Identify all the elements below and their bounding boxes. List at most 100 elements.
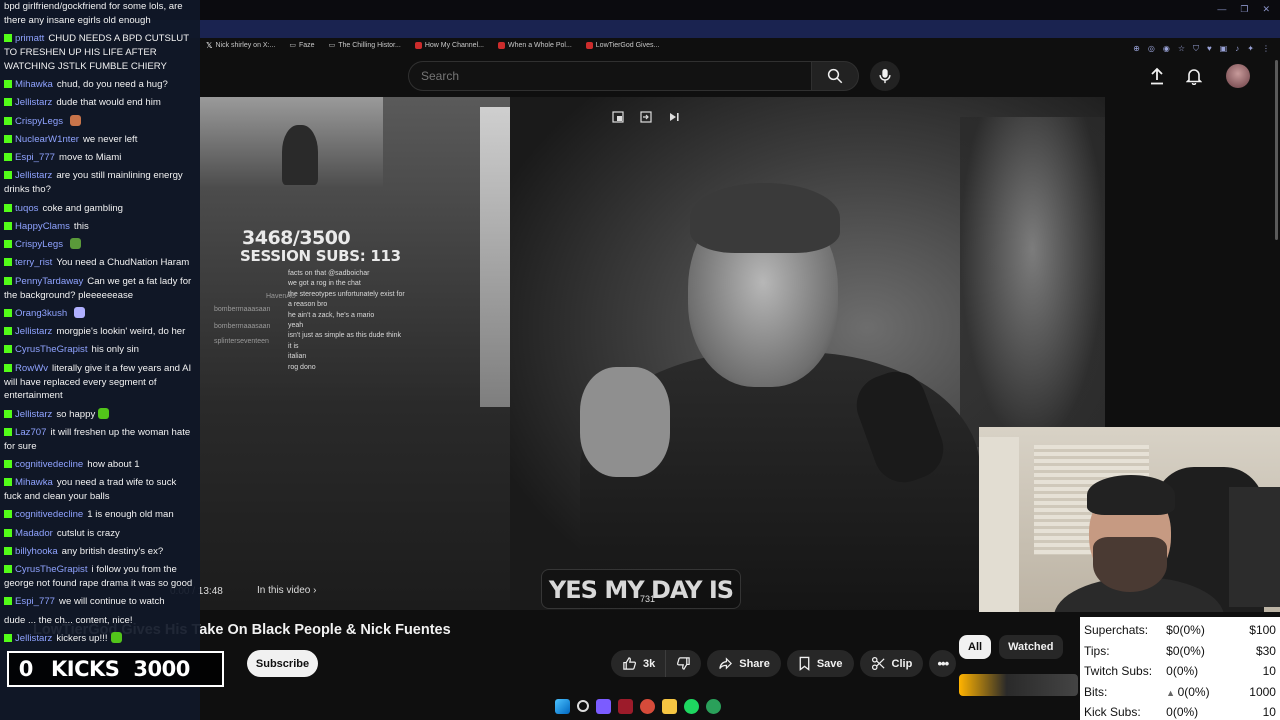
skip-next-icon — [670, 113, 679, 121]
x-logo-icon: 𝕏 — [206, 40, 213, 50]
app-icon[interactable] — [618, 699, 633, 714]
chat-message: HappyClams this — [4, 220, 196, 234]
chat-message: PennyTardaway Can we get a fat lady for t… — [4, 275, 196, 303]
app-icon[interactable] — [640, 699, 655, 714]
video-scene — [690, 183, 840, 253]
kick-badge-icon — [4, 79, 12, 88]
chat-username[interactable]: CyrusTheGrapist — [15, 564, 88, 575]
close-icon[interactable]: ✕ — [1262, 4, 1270, 15]
skip-next-button[interactable] — [666, 109, 682, 125]
chat-username[interactable]: Mihawka — [15, 79, 53, 90]
kick-badge-icon — [4, 34, 12, 43]
chat-username[interactable]: Jellistarz — [15, 409, 52, 420]
chat-username[interactable]: tuqos — [15, 203, 38, 214]
miniplayer-button[interactable] — [610, 109, 626, 125]
kick-badge-icon — [4, 510, 12, 519]
search-button[interactable] — [811, 61, 859, 91]
chat-username[interactable]: Espi_777 — [15, 596, 55, 607]
streamer-facecam — [979, 427, 1280, 612]
chat-username[interactable]: HappyClams — [15, 221, 70, 232]
notifications-button[interactable] — [1183, 65, 1205, 87]
minimize-icon[interactable]: — — [1217, 4, 1226, 15]
chat-text: dude ... the ch... content, nice! — [4, 614, 133, 626]
upload-button[interactable] — [1146, 65, 1168, 87]
spotify-icon[interactable] — [684, 699, 699, 714]
clip-button[interactable]: Clip — [859, 650, 924, 677]
chat-username[interactable]: CrispyLegs — [15, 239, 63, 250]
video-scene — [480, 107, 512, 407]
video-scene — [580, 367, 670, 477]
chat-username[interactable]: CyrusTheGrapist — [15, 344, 88, 355]
in-this-video-button[interactable]: In this video › — [257, 585, 317, 596]
search-icon[interactable] — [577, 700, 589, 712]
chat-username[interactable]: cognitivedecline — [15, 459, 83, 470]
chat-username[interactable]: terry_rist — [15, 257, 52, 268]
chat-username[interactable]: cognitivedecline — [15, 509, 83, 520]
chat-message: RowWv literally give it a few years and A… — [4, 362, 196, 403]
more-actions-button[interactable]: ••• — [929, 650, 957, 677]
search-input[interactable] — [409, 62, 811, 90]
chat-username[interactable]: Jellistarz — [15, 170, 52, 181]
chat-username[interactable]: Madador — [15, 528, 53, 539]
chat-username[interactable]: Espi_777 — [15, 152, 55, 163]
screen: — ❐ ✕ ⊕ ◎ ◉ ☆ ⛉ ♥ ▣ ♪ ✦ ⋮ 𝕏 Nick shirley … — [0, 0, 1280, 720]
chat-message: CyrusTheGrapist i follow you from the geo… — [4, 563, 196, 591]
video-player[interactable]: 3468/3500 SESSION SUBS: 113 facts on tha… — [200, 97, 1105, 610]
chat-text: coke and gambling — [42, 202, 124, 214]
bookmark-item[interactable]: How My Channel... — [414, 41, 484, 49]
chat-username[interactable]: billyhooka — [15, 546, 58, 557]
thumbs-down-icon — [677, 657, 690, 670]
voice-search-button[interactable] — [870, 61, 900, 91]
chip-watched[interactable]: Watched — [999, 635, 1063, 659]
windows-start-icon[interactable] — [555, 699, 570, 714]
chat-text: his only sin — [91, 344, 139, 356]
kick-badge-icon — [4, 98, 12, 107]
chat-text: bpd girlfriend/gockfriend for some lols,… — [4, 1, 183, 26]
chat-username[interactable]: Jellistarz — [15, 326, 52, 337]
chat-text: how about 1 — [87, 459, 140, 471]
chat-username[interactable]: NuclearW1nter — [15, 134, 79, 145]
scrollbar[interactable] — [1275, 60, 1278, 240]
related-video-thumbnail[interactable] — [959, 674, 1078, 696]
app-icon[interactable] — [596, 699, 611, 714]
kick-badge-icon — [4, 460, 12, 469]
chat-message: Madador cutslut is crazy — [4, 527, 196, 541]
chat-username[interactable]: PennyTardaway — [15, 276, 83, 287]
avatar[interactable] — [1226, 64, 1250, 88]
subscribe-button[interactable]: Subscribe — [247, 650, 318, 677]
restore-icon[interactable]: ❐ — [1240, 4, 1248, 15]
chat-username[interactable]: CrispyLegs — [15, 116, 63, 127]
bell-icon — [1186, 69, 1202, 85]
chat-username[interactable]: Mihawka — [15, 477, 53, 488]
dislike-button[interactable] — [665, 650, 702, 677]
donation-stats-panel: Superchats: $0(0%) $100 Tips: $0(0%) $30 Twi… — [1080, 617, 1280, 720]
chat-message: Mihawka you need a trad wife to suck fuck… — [4, 476, 196, 504]
upload-icon — [1151, 67, 1163, 85]
like-button[interactable]: 3k — [611, 650, 666, 677]
chat-message: bpd girlfriend/gockfriend for some lols,… — [4, 0, 196, 28]
chat-message: CyrusTheGrapist his only sin — [4, 343, 196, 357]
chat-message: billyhooka any british destiny's ex? — [4, 545, 196, 559]
chip-all[interactable]: All — [959, 635, 992, 659]
exit-button[interactable] — [638, 109, 654, 125]
chat-username[interactable]: Laz707 — [15, 427, 46, 438]
chat-username[interactable]: primatt — [15, 33, 44, 44]
chat-message: Jellistarz so happy — [4, 407, 196, 422]
file-explorer-icon[interactable] — [662, 699, 677, 714]
bookmark-item[interactable]: LowTierGod Gives... — [585, 41, 659, 49]
chat-username[interactable]: Jellistarz — [15, 97, 52, 108]
share-button[interactable]: Share — [707, 650, 781, 677]
youtube-header — [200, 56, 1280, 96]
xbox-icon[interactable] — [706, 699, 721, 714]
chat-username[interactable]: RowWv — [15, 363, 48, 374]
video-scene — [960, 117, 1105, 447]
save-button[interactable]: Save — [786, 650, 854, 677]
exit-icon — [640, 111, 652, 123]
bookmark-item[interactable]: ▭ The Chilling Histor... — [329, 41, 401, 50]
chat-username[interactable]: Jellistarz — [15, 633, 52, 644]
chat-username[interactable]: Orang3kush — [15, 308, 67, 319]
bookmark-item[interactable]: 𝕏 Nick shirley on X:... — [206, 41, 275, 50]
bookmark-item[interactable]: When a Whole Pol... — [497, 41, 572, 49]
bookmark-item[interactable]: ▭ Faze — [289, 41, 314, 50]
microphone-icon — [879, 68, 891, 84]
